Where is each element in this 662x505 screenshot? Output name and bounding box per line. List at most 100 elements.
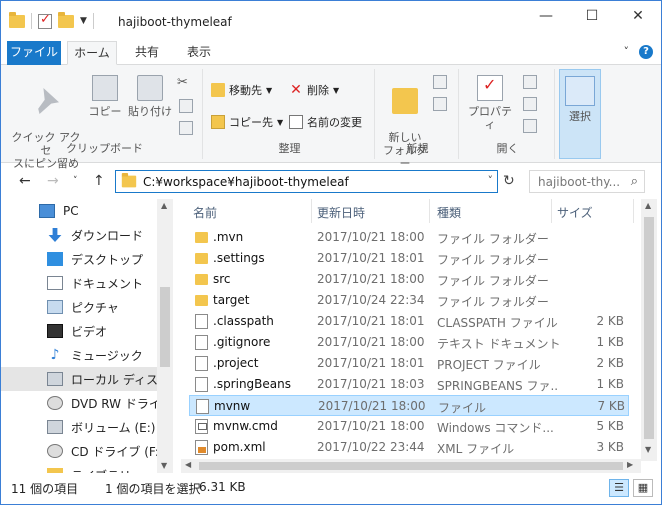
help-icon[interactable]: ? — [639, 45, 653, 59]
cut-icon[interactable]: ✂ — [177, 75, 188, 90]
horizontal-scroll-thumb[interactable] — [199, 462, 623, 470]
tab-share[interactable]: 共有 — [125, 41, 169, 65]
dvd-icon — [47, 444, 63, 458]
file-row[interactable]: pom.xml 2017/10/22 23:44 XML ファイル 3 KB — [189, 437, 629, 458]
history-icon[interactable] — [523, 119, 537, 133]
item-count: 11 個の項目 — [11, 482, 79, 496]
paste-button[interactable]: 貼り付け — [127, 75, 173, 118]
minimize-button[interactable]: — — [523, 1, 569, 31]
address-path[interactable]: C:¥workspace¥hajiboot-thymeleaf — [143, 175, 349, 189]
move-icon — [211, 83, 225, 97]
delete-button[interactable]: ✕ 削除 ▼ — [289, 83, 339, 97]
column-date[interactable]: 更新日時 — [317, 204, 365, 221]
customize-dropdown-icon[interactable]: ▼ — [80, 16, 87, 26]
folder-icon[interactable] — [9, 11, 25, 28]
easy-access-icon[interactable] — [433, 97, 447, 111]
horizontal-scrollbar[interactable]: ◀ ▶ — [181, 459, 641, 473]
nav-item[interactable]: DVD RW ドライブ ( — [1, 391, 157, 415]
file-scroll-thumb[interactable] — [644, 217, 654, 439]
scroll-left-icon[interactable]: ◀ — [185, 460, 191, 469]
scroll-down-icon[interactable]: ▼ — [161, 461, 167, 470]
scroll-up-icon[interactable]: ▲ — [161, 201, 167, 210]
file-name: .springBeans — [213, 377, 291, 391]
file-size: 1 KB — [596, 335, 624, 349]
nav-item[interactable]: ローカル ディスク (C — [1, 367, 157, 391]
back-arrow-icon[interactable]: ← — [19, 173, 31, 189]
nav-item[interactable]: ♪ ミュージック — [1, 343, 157, 367]
file-row[interactable]: mvnw 2017/10/21 18:00 ファイル 7 KB — [189, 395, 629, 416]
properties-icon[interactable] — [38, 12, 52, 29]
folder-icon — [121, 172, 137, 188]
copy-path-icon[interactable] — [179, 99, 193, 113]
column-divider[interactable] — [429, 199, 430, 223]
large-icons-view-icon[interactable]: ▦ — [633, 479, 653, 497]
file-type: ファイル フォルダー — [437, 253, 549, 267]
nav-item[interactable]: ドキュメント — [1, 271, 157, 295]
file-list: ^ 名前 更新日時 種類 サイズ .mvn 2017/10/21 18:00 ファイ… — [181, 199, 641, 461]
file-row[interactable]: src 2017/10/21 18:00 ファイル フォルダー — [189, 269, 629, 290]
navigation-bar: ← → ˅ ↑ C:¥workspace¥hajiboot-thymeleaf … — [1, 169, 661, 195]
file-row[interactable]: .springBeans 2017/10/21 18:03 SPRINGBEANS … — [189, 374, 629, 395]
nav-item[interactable]: ビデオ — [1, 319, 157, 343]
nav-scroll-thumb[interactable] — [160, 287, 170, 367]
close-button[interactable]: ✕ — [615, 1, 661, 31]
select-button[interactable]: 選択 — [565, 76, 595, 123]
nav-item[interactable]: ボリューム (E:) — [1, 415, 157, 439]
file-row[interactable]: .classpath 2017/10/21 18:01 CLASSPATH ファイル… — [189, 311, 629, 332]
file-row[interactable]: mvnw.cmd 2017/10/21 18:00 Windows コマンド... 5… — [189, 416, 629, 437]
rename-button[interactable]: 名前の変更 — [289, 115, 362, 129]
edit-icon[interactable] — [523, 97, 537, 111]
move-to-button[interactable]: 移動先 ▼ — [211, 83, 272, 97]
music-icon: ♪ — [50, 347, 60, 363]
tab-home[interactable]: ホーム — [67, 41, 117, 65]
file-row[interactable]: .project 2017/10/21 18:01 PROJECT ファイル 2 KB — [189, 353, 629, 374]
address-bar[interactable]: C:¥workspace¥hajiboot-thymeleaf ˅ — [115, 170, 498, 193]
properties-button[interactable]: プロパティ — [465, 75, 515, 131]
expand-ribbon-icon[interactable]: ˅ — [624, 45, 630, 59]
nav-item[interactable]: デスクトップ — [1, 247, 157, 271]
scroll-up-icon[interactable]: ▲ — [645, 201, 651, 210]
recent-locations-icon[interactable]: ˅ — [73, 176, 78, 186]
maximize-button[interactable]: ☐ — [569, 1, 615, 31]
file-row[interactable]: .settings 2017/10/21 18:01 ファイル フォルダー — [189, 248, 629, 269]
tab-view[interactable]: 表示 — [177, 41, 221, 65]
toolbar-separator — [92, 13, 94, 29]
column-divider[interactable] — [311, 199, 312, 223]
file-name: pom.xml — [213, 440, 266, 454]
new-item-icon[interactable] — [433, 75, 447, 89]
refresh-icon[interactable]: ↻ — [503, 173, 515, 189]
column-type[interactable]: 種類 — [437, 204, 461, 221]
file-list-scrollbar[interactable]: ▲ ▼ — [641, 199, 657, 461]
nav-item[interactable]: CD ドライブ (F:) W — [1, 439, 157, 463]
nav-scrollbar[interactable]: ▲ ▼ — [157, 199, 173, 473]
nav-item-label: ライブラリ — [71, 467, 131, 474]
search-box[interactable]: hajiboot-thy... ⌕ — [529, 170, 645, 193]
scroll-down-icon[interactable]: ▼ — [645, 445, 651, 454]
copy-to-icon — [211, 115, 225, 129]
dropdown-icon: ▼ — [277, 117, 284, 127]
column-divider[interactable] — [551, 199, 552, 223]
search-icon[interactable]: ⌕ — [631, 174, 638, 189]
tab-file[interactable]: ファイル — [7, 41, 61, 65]
details-view-icon[interactable]: ☰ — [609, 479, 629, 497]
file-row[interactable]: target 2017/10/24 22:34 ファイル フォルダー — [189, 290, 629, 311]
forward-arrow-icon[interactable]: → — [47, 173, 59, 189]
nav-item[interactable]: ライブラリ — [1, 463, 157, 473]
new-folder-icon[interactable] — [58, 11, 74, 28]
nav-item[interactable]: PC — [1, 199, 157, 223]
address-dropdown-icon[interactable]: ˅ — [488, 174, 494, 187]
select-group[interactable]: 選択 — [559, 69, 601, 159]
scroll-right-icon[interactable]: ▶ — [627, 460, 633, 469]
paste-shortcut-icon[interactable] — [179, 121, 193, 135]
open-icon[interactable] — [523, 75, 537, 89]
column-size[interactable]: サイズ — [557, 204, 593, 221]
up-arrow-icon[interactable]: ↑ — [93, 173, 105, 189]
column-divider[interactable] — [633, 199, 634, 223]
file-row[interactable]: .gitignore 2017/10/21 18:00 テキスト ドキュメント 1 K… — [189, 332, 629, 353]
file-row[interactable]: .mvn 2017/10/21 18:00 ファイル フォルダー — [189, 227, 629, 248]
nav-item[interactable]: ダウンロード — [1, 223, 157, 247]
column-name[interactable]: 名前 — [193, 204, 217, 221]
copy-to-button[interactable]: コピー先 ▼ — [211, 115, 283, 129]
copy-button[interactable]: コピー — [87, 75, 123, 118]
nav-item[interactable]: ピクチャ — [1, 295, 157, 319]
